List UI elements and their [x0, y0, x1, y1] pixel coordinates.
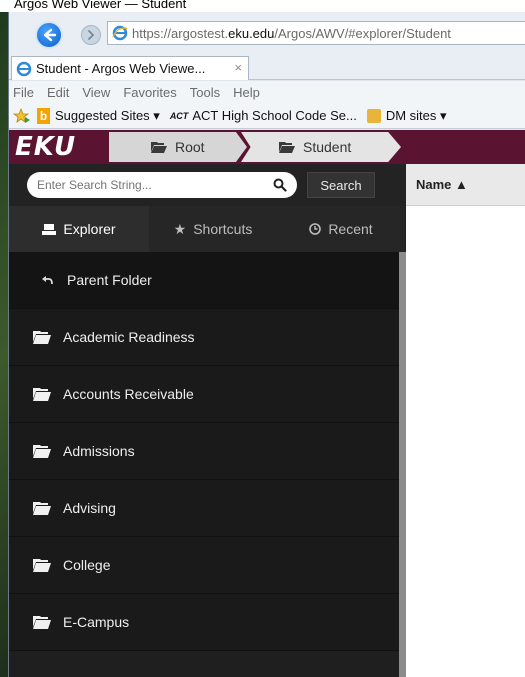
menu-file[interactable]: File: [13, 85, 34, 100]
bing-icon: b: [37, 107, 50, 124]
open-folder-icon: [33, 445, 51, 458]
parent-folder-label: Parent Folder: [67, 272, 152, 288]
url-prefix: https://argostest.: [132, 25, 229, 41]
folder-label: Accounts Receivable: [63, 386, 194, 402]
tab-explorer[interactable]: Explorer: [9, 206, 149, 252]
navigation-row: https://argostest. eku.edu/Argos/AWV/#exp…: [9, 12, 525, 54]
list-item[interactable]: Accounts Receivable: [9, 366, 399, 423]
back-button[interactable]: [35, 21, 63, 49]
open-folder-icon: [33, 331, 51, 344]
ie-logo-icon: [112, 25, 128, 41]
drive-icon: [42, 224, 57, 235]
favorite-suggested-sites[interactable]: b Suggested Sites ▾: [37, 107, 160, 124]
act-icon: ACT: [169, 110, 189, 121]
favorites-star-icon[interactable]: [13, 107, 31, 124]
window-caption: Argos Web Viewer — Student: [0, 0, 525, 12]
folder-list-scrollbar[interactable]: [399, 252, 406, 677]
open-folder-icon: [151, 142, 167, 153]
open-folder-icon: [33, 616, 51, 629]
url-host: eku.edu: [228, 25, 275, 41]
screen: Argos Web Viewer — Student https://argos…: [0, 0, 525, 677]
folder-label: Admissions: [63, 443, 135, 459]
back-arrow-icon: [43, 28, 57, 42]
explorer-sidebar: Search Explorer ★ Shortcuts: [9, 164, 406, 677]
breadcrumb-root[interactable]: Root: [109, 132, 247, 162]
browser-tab-student[interactable]: Student - Argos Web Viewe... ×: [11, 56, 249, 80]
open-folder-icon: [279, 142, 295, 153]
folder-label: Academic Readiness: [63, 329, 195, 345]
tab-recent[interactable]: Recent: [277, 206, 405, 252]
eku-logo: EKU: [15, 132, 77, 162]
open-folder-icon: [33, 559, 51, 572]
menu-tools[interactable]: Tools: [190, 85, 220, 100]
forward-arrow-icon: [88, 30, 95, 40]
breadcrumb-root-label: Root: [175, 139, 205, 155]
breadcrumb-student-label: Student: [303, 139, 352, 155]
clock-icon: [309, 223, 322, 235]
menu-edit[interactable]: Edit: [47, 85, 69, 100]
tab-shortcuts-label: Shortcuts: [193, 221, 253, 237]
ie-tab-icon: [16, 61, 32, 76]
search-input[interactable]: [27, 172, 297, 198]
search-button[interactable]: Search: [307, 172, 375, 198]
folder-label: E-Campus: [63, 614, 130, 630]
favorite-suggested-label: Suggested Sites ▾: [55, 107, 160, 123]
search-area: Search: [9, 164, 406, 206]
folder-label: Advising: [63, 500, 116, 516]
favorite-act-label: ACT High School Code Se...: [192, 108, 357, 123]
sidebar-tabs: Explorer ★ Shortcuts Recent: [9, 206, 406, 252]
name-column-header[interactable]: Name ▲: [406, 164, 525, 206]
argos-app: EKU Root Student Enter Search String... …: [9, 130, 525, 677]
list-item[interactable]: E-Campus: [9, 594, 399, 651]
list-item[interactable]: Academic Readiness: [9, 309, 399, 366]
menu-bar: File Edit View Favorites Tools Help: [9, 81, 525, 103]
list-item[interactable]: College: [9, 537, 399, 594]
breadcrumb-student[interactable]: Student: [241, 132, 401, 162]
open-folder-icon: [33, 388, 51, 401]
menu-favorites[interactable]: Favorites: [123, 85, 176, 100]
return-arrow-icon: [42, 276, 53, 285]
tab-explorer-label: Explorer: [63, 221, 116, 237]
favorite-act-code[interactable]: ACT ACT High School Code Se...: [170, 108, 357, 123]
search-icon[interactable]: [273, 178, 287, 192]
favorite-dm-label: DM sites ▾: [385, 107, 447, 123]
folder-list: Parent Folder Academic Readiness Account…: [9, 252, 399, 677]
address-bar[interactable]: https://argostest. eku.edu/Argos/AWV/#exp…: [107, 21, 525, 45]
favorites-bar: b Suggested Sites ▾ ACT ACT High School …: [9, 103, 525, 129]
menu-help[interactable]: Help: [233, 85, 260, 100]
tab-strip: Student - Argos Web Viewe... ×: [9, 54, 525, 80]
list-item[interactable]: Admissions: [9, 423, 399, 480]
url-path: /Argos/AWV/#explorer/Student: [274, 25, 451, 41]
folder-icon: [366, 108, 381, 123]
menu-view[interactable]: View: [82, 85, 110, 100]
argos-header: EKU Root Student: [9, 130, 525, 164]
favorite-dm-sites[interactable]: DM sites ▾: [366, 107, 447, 124]
tab-close-icon[interactable]: ×: [234, 60, 242, 75]
list-item[interactable]: Advising: [9, 480, 399, 537]
browser-window: https://argostest. eku.edu/Argos/AWV/#exp…: [8, 12, 525, 677]
tab-title: Student - Argos Web Viewe...: [36, 61, 206, 76]
star-icon: ★: [173, 220, 187, 237]
forward-button[interactable]: [81, 25, 101, 45]
open-folder-icon: [33, 502, 51, 515]
tab-shortcuts[interactable]: ★ Shortcuts: [149, 206, 277, 252]
tab-recent-label: Recent: [328, 221, 373, 237]
folder-label: College: [63, 557, 111, 573]
parent-folder-row[interactable]: Parent Folder: [9, 252, 399, 309]
